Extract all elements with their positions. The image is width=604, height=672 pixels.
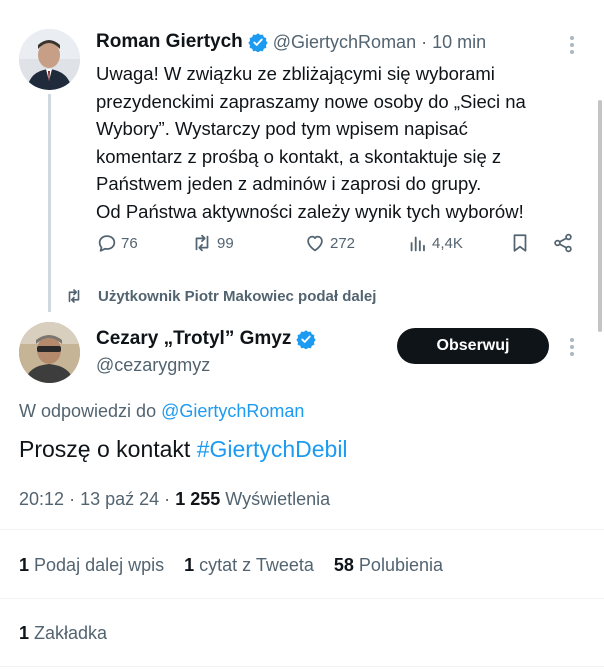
scrollbar[interactable] [598,100,602,332]
divider [0,598,604,599]
reposted-by-label: Użytkownik Piotr Makowiec podał dalej [98,287,377,305]
quotes-count: 1 [184,555,195,575]
tweet-original[interactable]: Roman Giertych @GiertychRoman · 10 min U… [0,0,604,312]
likes-stat[interactable]: 58 Polubienia [334,555,443,576]
reposts-label: Podaj dalej wpis [34,555,165,575]
tweet-text-line: Uwaga! W związku ze zbliżającymi się wyb… [96,63,495,84]
tweet-text-line: Od Państwa aktywności zależy wynik tych … [96,200,524,222]
reposted-by[interactable]: Użytkownik Piotr Makowiec podał dalej [64,287,376,305]
bookmarks-count: 1 [19,623,30,643]
hashtag-link[interactable]: #GiertychDebil [197,436,348,462]
tweet-text: Uwaga! W związku ze zbliżającymi się wyb… [96,60,586,225]
more-options-icon[interactable] [566,336,578,363]
quotes-stat[interactable]: 1 cytat z Tweeta [184,555,314,576]
tweet-text-line: Wybory”. Wystarczy pod tym wpisem napisa… [96,118,468,139]
tweet-text-line: Państwem jeden z adminów i zaprosi do gr… [96,173,482,194]
repost-count: 99 [217,234,234,252]
author-name[interactable]: Cezary „Trotyl” Gmyz [96,328,291,350]
divider [0,529,604,530]
tweet-time[interactable]: 20:12 [19,489,64,509]
engagement-stats: 1 Podaj dalej wpis 1 cytat z Tweeta 58 P… [19,555,463,576]
reply-context: W odpowiedzi do @GiertychRoman [19,401,304,422]
tweet-actions: 76 99 272 4,4K [96,232,576,256]
reply-count: 76 [121,234,138,252]
quotes-label: cytat z Tweeta [199,555,314,575]
tweet-text-body: Proszę o kontakt [19,436,197,462]
like-button[interactable]: 272 [303,232,355,254]
tweet-time[interactable]: 10 min [432,32,486,53]
reposts-stat[interactable]: 1 Podaj dalej wpis [19,555,164,576]
verified-badge-icon [296,329,317,349]
views-label: Wyświetlenia [225,489,331,509]
bookmarks-stat[interactable]: 1 Zakładka [19,623,107,644]
heart-icon [307,235,323,252]
repost-button[interactable]: 99 [190,232,234,254]
avatar[interactable] [19,322,80,383]
separator-dot: · [164,489,171,509]
likes-label: Polubienia [358,555,443,575]
share-icon [554,233,572,253]
reply-icon [98,235,116,252]
more-options-icon[interactable] [566,34,578,61]
bookmark-button[interactable] [509,232,534,254]
views-count: 4,4K [432,234,463,252]
tweet-text: Proszę o kontakt #GiertychDebil [19,436,348,463]
divider [0,666,604,667]
tweet-date[interactable]: 13 paź 24 [80,489,159,509]
tweet-text-line: prezydenckimi zapraszamy nowe osoby do „… [96,90,526,112]
like-count: 272 [330,234,356,252]
reply-prefix: W odpowiedzi do [19,401,157,421]
author-photo [19,29,80,90]
views-button[interactable]: 4,4K [407,232,463,254]
bookmark-icon [513,234,527,252]
analytics-icon [410,236,425,252]
author-handle[interactable]: @GiertychRoman [273,32,416,53]
thread-line [48,94,51,312]
share-button[interactable] [552,232,577,254]
author-name-row[interactable]: Cezary „Trotyl” Gmyz [96,328,317,350]
author-photo [19,322,80,383]
separator-dot: · [69,489,76,509]
tweet-meta: 20:12 · 13 paź 24 · 1 255 Wyświetlenia [19,489,330,510]
follow-button[interactable]: Obserwuj [397,328,549,364]
views-count: 1 255 [175,489,221,509]
tweet-text-line: komentarz z prośbą o kontakt, a skontakt… [96,145,502,167]
verified-badge-icon [248,32,268,52]
separator-dot: · [421,31,428,52]
bookmarks-label: Zakładka [34,623,108,643]
repost-icon [195,234,209,252]
author-handle[interactable]: @cezarygmyz [96,355,210,376]
likes-count: 58 [333,555,354,575]
avatar[interactable] [19,29,80,90]
reply-to-link[interactable]: @GiertychRoman [161,401,304,421]
tweet-header: Roman Giertych @GiertychRoman · 10 min [96,30,486,54]
repost-icon [68,289,80,303]
reply-button[interactable]: 76 [96,232,138,254]
author-name[interactable]: Roman Giertych [96,31,243,53]
reposts-count: 1 [19,555,30,575]
